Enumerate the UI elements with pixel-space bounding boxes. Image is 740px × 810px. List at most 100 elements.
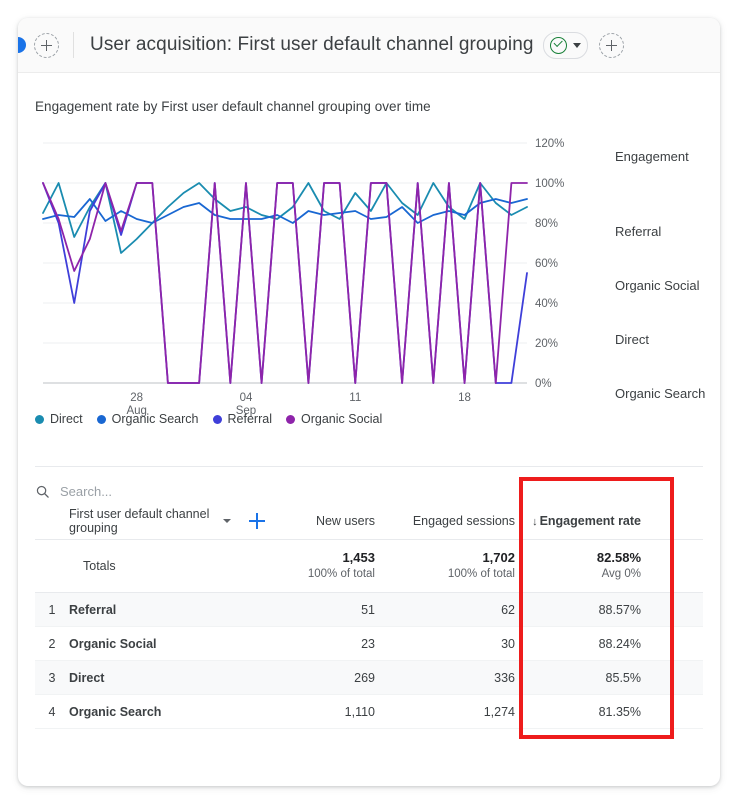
svg-text:120%: 120% bbox=[535, 138, 564, 150]
series-label-direct: Direct bbox=[615, 332, 649, 347]
row-engagement-rate: 88.24% bbox=[529, 626, 655, 661]
row-engaged-sessions: 336 bbox=[389, 660, 529, 695]
header-divider bbox=[73, 32, 74, 58]
row-end-spacer bbox=[655, 660, 703, 695]
legend-label: Organic Social bbox=[300, 412, 383, 426]
data-table: First user default channel grouping New … bbox=[35, 503, 703, 729]
totals-engagement-rate: 82.58% Avg 0% bbox=[529, 539, 655, 593]
svg-text:60%: 60% bbox=[535, 258, 558, 270]
row-dimension[interactable]: Direct bbox=[69, 660, 265, 695]
svg-text:04: 04 bbox=[240, 392, 253, 404]
legend-item-organic-search[interactable]: Organic Search bbox=[96, 412, 199, 426]
svg-text:0%: 0% bbox=[535, 378, 552, 390]
row-engaged-sessions: 62 bbox=[389, 592, 529, 627]
column-header-dimension[interactable]: First user default channel grouping bbox=[69, 503, 265, 540]
blue-marker-icon bbox=[18, 37, 26, 53]
row-index: 3 bbox=[35, 660, 69, 695]
table-row[interactable]: 3 Direct 269 336 85.5% bbox=[35, 660, 703, 695]
section-divider bbox=[35, 466, 703, 467]
svg-text:80%: 80% bbox=[535, 218, 558, 230]
timeseries-plot[interactable]: 0% 20% 40% 60% 80% 100% 120% 28 Aug 04 Sep 11 18 bbox=[35, 133, 585, 428]
plus-icon bbox=[605, 39, 617, 51]
page-title: User acquisition: First user default cha… bbox=[90, 34, 534, 55]
table-row[interactable]: 4 Organic Search 1,110 1,274 81.35% bbox=[35, 694, 703, 729]
row-engagement-rate: 85.5% bbox=[529, 660, 655, 695]
data-quality-dropdown[interactable] bbox=[542, 31, 588, 59]
add-dimension-icon[interactable] bbox=[249, 513, 265, 529]
card-header: User acquisition: First user default cha… bbox=[18, 18, 720, 73]
row-new-users: 269 bbox=[265, 660, 389, 695]
totals-engagement-rate-sub: Avg 0% bbox=[601, 568, 641, 580]
legend-label: Direct bbox=[50, 412, 83, 426]
column-header-new-users[interactable]: New users bbox=[265, 503, 389, 540]
chart-legend: Direct Organic Search Referral Organic S… bbox=[35, 412, 382, 426]
totals-row: Totals 1,453 100% of total 1,702 100% of… bbox=[35, 539, 703, 593]
header-end-spacer bbox=[655, 503, 703, 540]
table-header: First user default channel grouping New … bbox=[35, 503, 703, 540]
totals-new-users-sub: 100% of total bbox=[307, 568, 375, 580]
svg-text:11: 11 bbox=[349, 392, 361, 404]
row-new-users: 23 bbox=[265, 626, 389, 661]
series-label-engagement: Engagement bbox=[615, 149, 689, 164]
legend-item-referral[interactable]: Referral bbox=[212, 412, 272, 426]
totals-engaged-sessions: 1,702 100% of total bbox=[389, 539, 529, 593]
column-header-engaged-sessions[interactable]: Engaged sessions bbox=[389, 503, 529, 540]
row-engagement-rate: 88.57% bbox=[529, 592, 655, 627]
table-header-row: First user default channel grouping New … bbox=[35, 503, 703, 540]
svg-text:20%: 20% bbox=[535, 338, 558, 350]
engagement-rate-label: Engagement rate bbox=[539, 514, 641, 528]
svg-text:40%: 40% bbox=[535, 298, 558, 310]
totals-new-users: 1,453 100% of total bbox=[265, 539, 389, 593]
series-label-referral: Referral bbox=[615, 224, 662, 239]
chevron-down-icon bbox=[572, 42, 581, 48]
plus-icon bbox=[41, 39, 52, 51]
svg-text:18: 18 bbox=[458, 392, 471, 404]
row-engaged-sessions: 30 bbox=[389, 626, 529, 661]
legend-label: Referral bbox=[227, 412, 272, 426]
row-engagement-rate: 81.35% bbox=[529, 694, 655, 729]
row-index: 1 bbox=[35, 592, 69, 627]
row-end-spacer bbox=[655, 626, 703, 661]
table-row[interactable]: 2 Organic Social 23 30 88.24% bbox=[35, 626, 703, 661]
row-new-users: 1,110 bbox=[265, 694, 389, 729]
series-label-organic-search: Organic Search bbox=[615, 386, 706, 401]
report-card: User acquisition: First user default cha… bbox=[18, 18, 720, 786]
screenshot-root: User acquisition: First user default cha… bbox=[0, 0, 740, 810]
legend-item-direct[interactable]: Direct bbox=[35, 412, 83, 426]
totals-new-users-value: 1,453 bbox=[342, 550, 375, 565]
sort-descending-icon: ↓ bbox=[532, 516, 538, 528]
header-index-spacer bbox=[35, 503, 69, 540]
row-end-spacer bbox=[655, 694, 703, 729]
legend-item-organic-social[interactable]: Organic Social bbox=[285, 412, 383, 426]
row-end-spacer bbox=[655, 592, 703, 627]
add-insight-left-button[interactable] bbox=[34, 32, 59, 58]
table-row[interactable]: 1 Referral 51 62 88.57% bbox=[35, 592, 703, 627]
chart-title: Engagement rate by First user default ch… bbox=[35, 99, 431, 114]
table-body: Totals 1,453 100% of total 1,702 100% of… bbox=[35, 539, 703, 729]
dimension-header-label: First user default channel grouping bbox=[69, 507, 210, 535]
totals-index-cell bbox=[35, 539, 69, 593]
row-dimension[interactable]: Organic Social bbox=[69, 626, 265, 661]
totals-engagement-rate-value: 82.58% bbox=[596, 550, 641, 565]
row-index: 2 bbox=[35, 626, 69, 661]
legend-dot-icon bbox=[96, 414, 106, 424]
legend-dot-icon bbox=[212, 414, 222, 424]
add-insight-right-button[interactable] bbox=[598, 32, 624, 58]
row-index: 4 bbox=[35, 694, 69, 729]
chevron-down-icon[interactable] bbox=[223, 519, 231, 523]
svg-text:100%: 100% bbox=[535, 178, 564, 190]
row-dimension[interactable]: Organic Search bbox=[69, 694, 265, 729]
legend-dot-icon bbox=[35, 414, 44, 424]
series-label-organic-social: Organic Social bbox=[615, 278, 700, 293]
totals-engaged-sessions-value: 1,702 bbox=[482, 550, 515, 565]
totals-end-spacer bbox=[655, 539, 703, 593]
row-new-users: 51 bbox=[265, 592, 389, 627]
search-input[interactable] bbox=[60, 483, 310, 499]
legend-label: Organic Search bbox=[111, 412, 199, 426]
totals-engaged-sessions-sub: 100% of total bbox=[447, 568, 515, 580]
table-search-row bbox=[35, 476, 310, 506]
column-header-engagement-rate[interactable]: ↓ Engagement rate bbox=[529, 503, 655, 540]
row-dimension[interactable]: Referral bbox=[69, 592, 265, 627]
chart-svg: 0%20%40%60%80%100%120%28Aug04Sep11 18 bbox=[42, 138, 564, 417]
svg-text:28: 28 bbox=[130, 392, 143, 404]
